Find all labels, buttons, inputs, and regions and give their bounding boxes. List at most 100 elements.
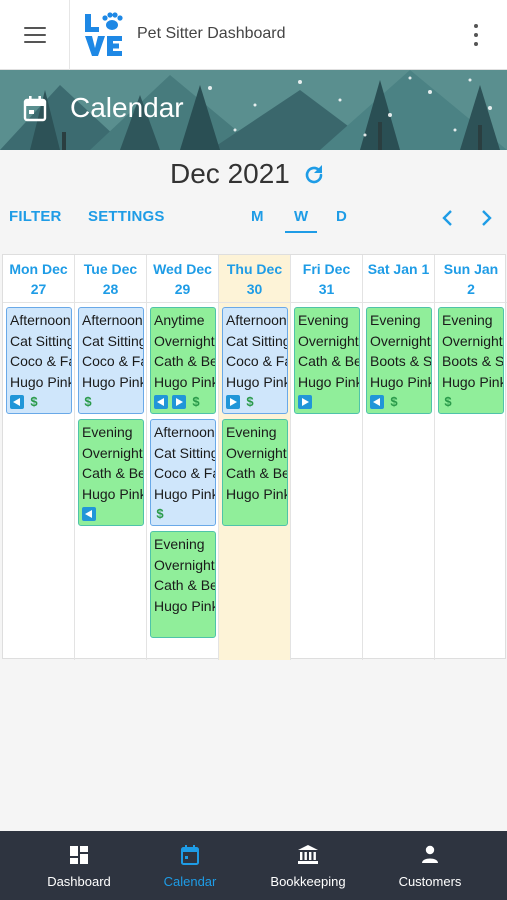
appointment-text: Boots & S xyxy=(442,353,503,369)
dollar-icon: $ xyxy=(444,393,452,409)
appointment-status-icons xyxy=(298,393,359,411)
day-column[interactable]: Wed Dec 29 Anytime Overnight Cath & Be Hugo P… xyxy=(147,255,219,660)
nav-bookkeeping[interactable]: Bookkeeping xyxy=(258,831,358,900)
appointment-text: Hugo Pink xyxy=(298,373,359,390)
day-column[interactable]: Mon Dec 27 Afternoon Cat Sitting Coco & Fa Hu… xyxy=(3,255,75,660)
day-header-date: 2 xyxy=(467,281,475,297)
nav-label: Bookkeeping xyxy=(270,874,346,889)
appointment-card[interactable]: Evening Overnight Cath & Be Hugo Pink xyxy=(294,307,360,414)
refresh-icon[interactable] xyxy=(302,163,326,187)
appointment-text: Evening xyxy=(226,424,277,440)
day-header[interactable]: Thu Dec 30 xyxy=(219,255,290,303)
day-column[interactable]: Tue Dec 28 Afternoon Cat Sitting Coco & Fa Hu… xyxy=(75,255,147,660)
day-column[interactable]: Fri Dec 31 Evening Overnight Cath & Be Hugo P… xyxy=(291,255,363,660)
appointment-text: Cath & Be xyxy=(298,353,359,369)
appointment-text: Anytime xyxy=(154,312,205,328)
view-week-button[interactable]: W xyxy=(294,208,308,225)
top-app-bar: Pet Sitter Dashboard xyxy=(0,0,507,70)
menu-button[interactable] xyxy=(0,0,70,70)
appointment-card[interactable]: Evening Overnight Cath & Be Hugo Pink xyxy=(78,419,144,526)
appointment-card[interactable]: Evening Overnight Cath & Be Hugo Pink xyxy=(150,531,216,638)
nav-dashboard[interactable]: Dashboard xyxy=(29,831,129,900)
appointment-card[interactable]: Afternoon Cat Sitting Coco & Fa Hugo Pink $ xyxy=(6,307,72,414)
appointment-text: Afternoon xyxy=(82,312,143,328)
appointment-text: Cath & Be xyxy=(154,353,215,369)
day-header[interactable]: Wed Dec 29 xyxy=(147,255,218,303)
appointment-text: Cat Sitting xyxy=(226,332,287,349)
day-header[interactable]: Sun Jan 2 xyxy=(435,255,507,303)
appointment-text: Coco & Fa xyxy=(226,353,287,369)
hamburger-icon xyxy=(23,27,46,43)
view-month-button[interactable]: M xyxy=(251,208,264,225)
person-icon xyxy=(422,845,438,863)
appointment-text: Hugo Pink xyxy=(82,485,143,502)
day-header[interactable]: Fri Dec 31 xyxy=(291,255,362,303)
arrow-right-box-icon xyxy=(298,395,312,409)
settings-button[interactable]: SETTINGS xyxy=(88,208,165,225)
appointment-text: Evening xyxy=(154,536,205,552)
day-header[interactable]: Mon Dec 27 xyxy=(3,255,74,303)
appointment-text: Overnight xyxy=(370,332,431,349)
arrow-left-box-icon xyxy=(10,395,24,409)
day-header-weekday: Fri Dec xyxy=(302,261,351,277)
day-header-date: 28 xyxy=(102,281,119,297)
appointment-status-icons xyxy=(154,617,215,635)
appointment-text: Hugo Pink xyxy=(154,485,215,502)
appointment-status-icons: $ xyxy=(82,393,143,411)
view-day-button[interactable]: D xyxy=(336,208,347,225)
day-column[interactable]: Sat Jan 1 Evening Overnight Boots & S Hugo P… xyxy=(363,255,435,660)
appointment-card[interactable]: Afternoon Cat Sitting Coco & Fa Hugo Pink $ xyxy=(150,419,216,526)
dollar-icon: $ xyxy=(156,505,164,521)
day-header-weekday: Mon Dec xyxy=(9,261,68,277)
day-header[interactable]: Tue Dec 28 xyxy=(75,255,146,303)
appointment-card[interactable]: Evening Overnight Boots & S Hugo Pink $ xyxy=(366,307,432,414)
day-header-date: 31 xyxy=(318,281,335,297)
appointment-text: Coco & Fa xyxy=(82,353,143,369)
appointment-text: Coco & Fa xyxy=(10,353,71,369)
arrow-left-box-icon xyxy=(370,395,384,409)
appointment-status-icons: $ xyxy=(226,393,287,411)
appointment-card[interactable]: Afternoon Cat Sitting Coco & Fa Hugo Pink $ xyxy=(222,307,288,414)
day-header-date: 27 xyxy=(30,281,47,297)
page-banner: Calendar xyxy=(0,70,507,150)
month-label: Dec 2021 xyxy=(170,158,290,189)
day-header-date: 29 xyxy=(174,281,191,297)
month-header: Dec 2021 xyxy=(0,150,507,198)
appointment-text: Hugo Pink xyxy=(154,373,215,390)
dollar-icon: $ xyxy=(84,393,92,409)
appointment-text: Overnight xyxy=(442,332,503,349)
filter-button[interactable]: FILTER xyxy=(9,208,62,225)
appointment-text: Evening xyxy=(442,312,493,328)
appointment-card[interactable]: Afternoon Cat Sitting Coco & Fa Hugo Pink $ xyxy=(78,307,144,414)
day-column[interactable]: Thu Dec 30 Afternoon Cat Sitting Coco & Fa Hu… xyxy=(219,255,291,660)
bottom-navigation: Dashboard Calendar Bookkeeping Customers xyxy=(0,831,507,900)
arrow-right-box-icon xyxy=(226,395,240,409)
appointment-card[interactable]: Evening Overnight Cath & Be Hugo Pink xyxy=(222,419,288,526)
calendar-icon xyxy=(181,845,199,865)
calendar-icon xyxy=(23,96,47,122)
dollar-icon: $ xyxy=(30,393,38,409)
love-paw-logo xyxy=(85,12,123,56)
nav-customers[interactable]: Customers xyxy=(380,831,480,900)
appointment-card[interactable]: Anytime Overnight Cath & Be Hugo Pink $ xyxy=(150,307,216,414)
day-column[interactable]: Sun Jan 2 Evening Overnight Boots & S Hugo Pi… xyxy=(435,255,507,660)
chevron-left-icon[interactable] xyxy=(440,209,454,227)
day-header[interactable]: Sat Jan 1 xyxy=(363,255,434,303)
nav-calendar[interactable]: Calendar xyxy=(140,831,240,900)
appointment-text: Cat Sitting xyxy=(154,444,215,461)
nav-label: Customers xyxy=(398,874,462,889)
arrow-right-box-icon xyxy=(172,395,186,409)
dollar-icon: $ xyxy=(246,393,254,409)
more-options-icon[interactable] xyxy=(473,24,479,46)
chevron-right-icon[interactable] xyxy=(480,209,494,227)
appointment-status-icons: $ xyxy=(154,393,215,411)
appointment-text: Overnight xyxy=(82,444,143,461)
appointment-text: Cat Sitting xyxy=(10,332,71,349)
appointment-card[interactable]: Evening Overnight Boots & S Hugo Pink $ xyxy=(438,307,504,414)
appointment-text: Overnight xyxy=(298,332,359,349)
appointment-text: Afternoon xyxy=(154,424,215,440)
day-header-weekday: Sat Jan 1 xyxy=(367,261,430,277)
appointment-text: Cath & Be xyxy=(226,465,287,481)
appointment-status-icons: $ xyxy=(370,393,431,411)
appointment-text: Hugo Pink xyxy=(442,373,503,390)
